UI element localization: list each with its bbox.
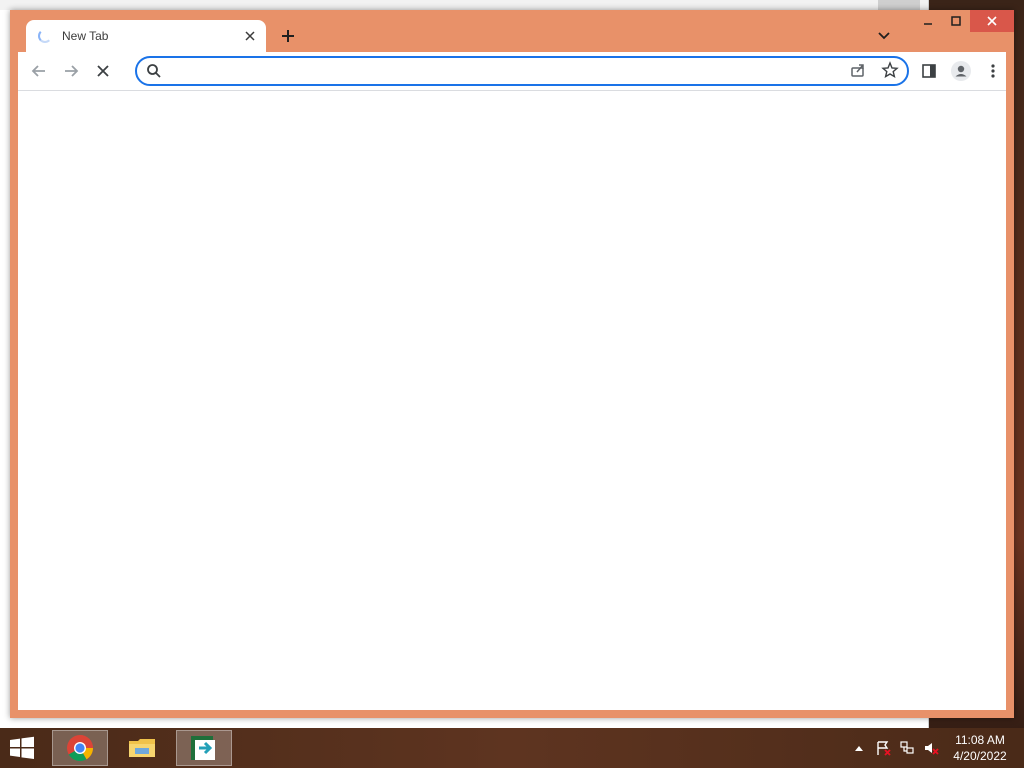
tab-search-chevron-down-icon[interactable]: [874, 26, 894, 46]
page-content: [18, 91, 1006, 710]
search-icon: [145, 62, 163, 80]
address-input[interactable]: [167, 61, 831, 83]
volume-muted-icon[interactable]: [922, 740, 940, 756]
show-hidden-icons-chevron-up-icon[interactable]: [850, 740, 868, 756]
share-icon[interactable]: [849, 61, 869, 81]
folder-icon: [129, 739, 155, 757]
tab-new-tab[interactable]: New Tab: [26, 20, 266, 52]
tab-close-icon[interactable]: [240, 26, 260, 46]
loading-spinner-icon: [38, 29, 52, 43]
network-icon[interactable]: [898, 740, 916, 756]
window-controls: [914, 10, 1014, 32]
taskbar: 11:08 AM 4/20/2022: [0, 728, 1024, 768]
stop-loading-icon[interactable]: [92, 60, 114, 82]
background-window-titlebar: [0, 0, 928, 10]
browser-window: New Tab: [10, 10, 1014, 718]
browser-toolbar: [18, 52, 1006, 91]
clock-time: 11:08 AM: [955, 733, 1005, 747]
tab-title: New Tab: [62, 29, 109, 43]
action-center-flag-icon[interactable]: [874, 740, 892, 756]
tab-strip: New Tab: [10, 10, 1014, 52]
clock-date: 4/20/2022: [953, 749, 1007, 763]
kebab-menu-icon[interactable]: [982, 60, 1004, 82]
maximize-button[interactable]: [942, 10, 970, 32]
bookmark-star-icon[interactable]: [881, 61, 901, 81]
minimize-button[interactable]: [914, 10, 942, 32]
address-bar[interactable]: [135, 56, 909, 86]
system-tray: [850, 740, 940, 756]
back-arrow-icon[interactable]: [28, 60, 50, 82]
profile-avatar-icon[interactable]: [950, 60, 972, 82]
chrome-icon: [67, 735, 94, 762]
remote-app-icon: [191, 736, 215, 760]
forward-arrow-icon[interactable]: [60, 60, 82, 82]
side-panel-icon[interactable]: [918, 60, 940, 82]
close-button[interactable]: [970, 10, 1014, 32]
taskbar-app-chrome[interactable]: [52, 730, 108, 766]
background-window-close-button[interactable]: [878, 0, 920, 10]
taskbar-app-remote[interactable]: [176, 730, 232, 766]
taskbar-clock[interactable]: 11:08 AM 4/20/2022: [944, 732, 1016, 764]
taskbar-app-file-explorer[interactable]: [114, 730, 170, 766]
windows-start-icon[interactable]: [8, 736, 40, 760]
new-tab-button[interactable]: [276, 24, 300, 48]
